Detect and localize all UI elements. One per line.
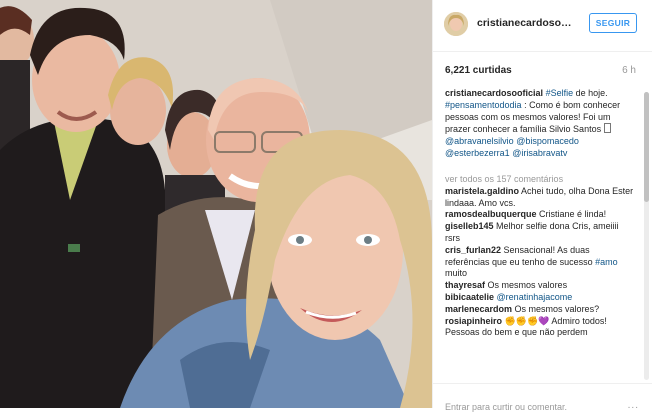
comment-username[interactable]: rosiapinheiro	[445, 316, 502, 326]
mention-abravanelsilvio[interactable]: @abravanelsilvio	[445, 136, 514, 146]
mention-irisabravatv[interactable]: @irisabravatv	[512, 148, 567, 158]
comment: ramosdealbuquerque Cristiane é linda!	[445, 209, 635, 221]
comment-username[interactable]: thayresaf	[445, 280, 485, 290]
post-header: cristianecardosoofic... SEGUIR	[433, 0, 652, 52]
hashtag-selfie[interactable]: #Selfie	[546, 88, 574, 98]
comment: cris_furlan22 Sensacional! As duas refer…	[445, 245, 635, 280]
comment: maristela.galdino Achei tudo, olha Dona …	[445, 186, 635, 210]
comment-username[interactable]: marlenecardom	[445, 304, 512, 314]
comment-text: Os mesmos valores?	[514, 303, 600, 314]
comment-text: Cristiane é linda!	[539, 209, 607, 220]
avatar[interactable]	[444, 12, 468, 36]
caption-username[interactable]: cristianecardosooficial	[445, 88, 543, 98]
comment-text: Os mesmos valores	[487, 280, 568, 291]
mention-esterbezerra1[interactable]: @esterbezerra1	[445, 148, 510, 158]
post-photo	[0, 0, 432, 408]
owner-username[interactable]: cristianecardosoofic...	[477, 17, 577, 29]
comment-username[interactable]: giselleb145	[445, 221, 494, 231]
comment-text-tail: muito	[445, 268, 468, 279]
emoji-box-icon	[603, 123, 611, 134]
comment: rosiapinheiro ✊✊✊💜 Admiro todos! Pessoas…	[445, 316, 635, 340]
caption-text-1: de hoje.	[573, 88, 608, 98]
comment-username[interactable]: maristela.galdino	[445, 186, 519, 196]
comment-username[interactable]: cris_furlan22	[445, 245, 501, 255]
comment: thayresaf Os mesmos valores	[445, 280, 635, 292]
emoji-icon: ✊✊✊💜	[504, 315, 550, 326]
comments-scroll-thumb[interactable]	[644, 92, 649, 202]
comment: giselleb145 Melhor selfie dona Cris, ame…	[445, 221, 635, 245]
hashtag-pensamento[interactable]: #pensamentododia	[445, 100, 522, 110]
login-to-comment-link[interactable]: Entrar para curtir ou comentar.	[445, 402, 567, 412]
like-count[interactable]: 6,221 curtidas	[445, 65, 512, 76]
comment: bibicaatelie @renatinhajacome	[445, 292, 635, 304]
selfie-image	[0, 0, 432, 408]
comments-feed: cristianecardosooficial #Selfie de hoje.…	[445, 88, 635, 339]
post-sidebar: cristianecardosoofic... SEGUIR 6,221 cur…	[432, 0, 652, 412]
mention-bispomacedo[interactable]: @bispomacedo	[516, 136, 579, 146]
avatar-icon	[444, 12, 468, 36]
view-all-comments-link[interactable]: ver todos os 157 comentários	[445, 174, 635, 186]
post-time[interactable]: 6 h	[622, 65, 636, 76]
caption: cristianecardosooficial #Selfie de hoje.…	[445, 88, 635, 174]
follow-button[interactable]: SEGUIR	[589, 13, 637, 33]
comment-mention[interactable]: @renatinhajacome	[497, 292, 573, 302]
comment-username[interactable]: bibicaatelie	[445, 292, 494, 302]
comment-footer: Entrar para curtir ou comentar. ...	[433, 383, 652, 412]
more-options-icon[interactable]: ...	[628, 400, 639, 411]
comment-username[interactable]: ramosdealbuquerque	[445, 209, 537, 219]
comment: marlenecardom Os mesmos valores?	[445, 304, 635, 316]
hashtag-amo[interactable]: #amo	[595, 257, 618, 267]
